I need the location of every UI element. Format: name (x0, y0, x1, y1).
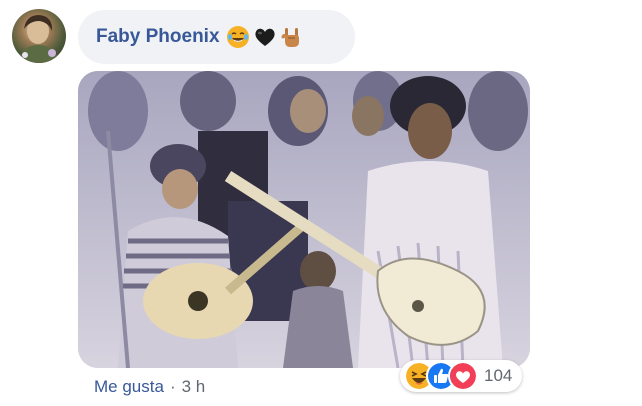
avatar[interactable] (12, 9, 66, 63)
photo-image (78, 71, 530, 368)
avatar-image (18, 15, 60, 63)
laughing-crying-emoji-icon (226, 25, 250, 49)
like-button[interactable]: Me gusta (94, 377, 164, 397)
author-name[interactable]: Faby Phoenix (96, 26, 220, 48)
rock-hand-emoji-icon (280, 25, 304, 49)
black-heart-emoji-icon (253, 25, 277, 49)
comment-timestamp[interactable]: 3 h (182, 377, 206, 397)
reactions-summary[interactable]: 104 (400, 360, 523, 392)
comment-photo[interactable] (78, 71, 530, 368)
comment-actions: Me gusta · 3 h (94, 377, 205, 397)
reaction-count: 104 (484, 366, 513, 385)
separator-dot: · (169, 377, 176, 396)
love-reaction-icon (448, 361, 478, 391)
author-emojis (226, 25, 304, 49)
comment-bubble: Faby Phoenix (78, 10, 355, 64)
